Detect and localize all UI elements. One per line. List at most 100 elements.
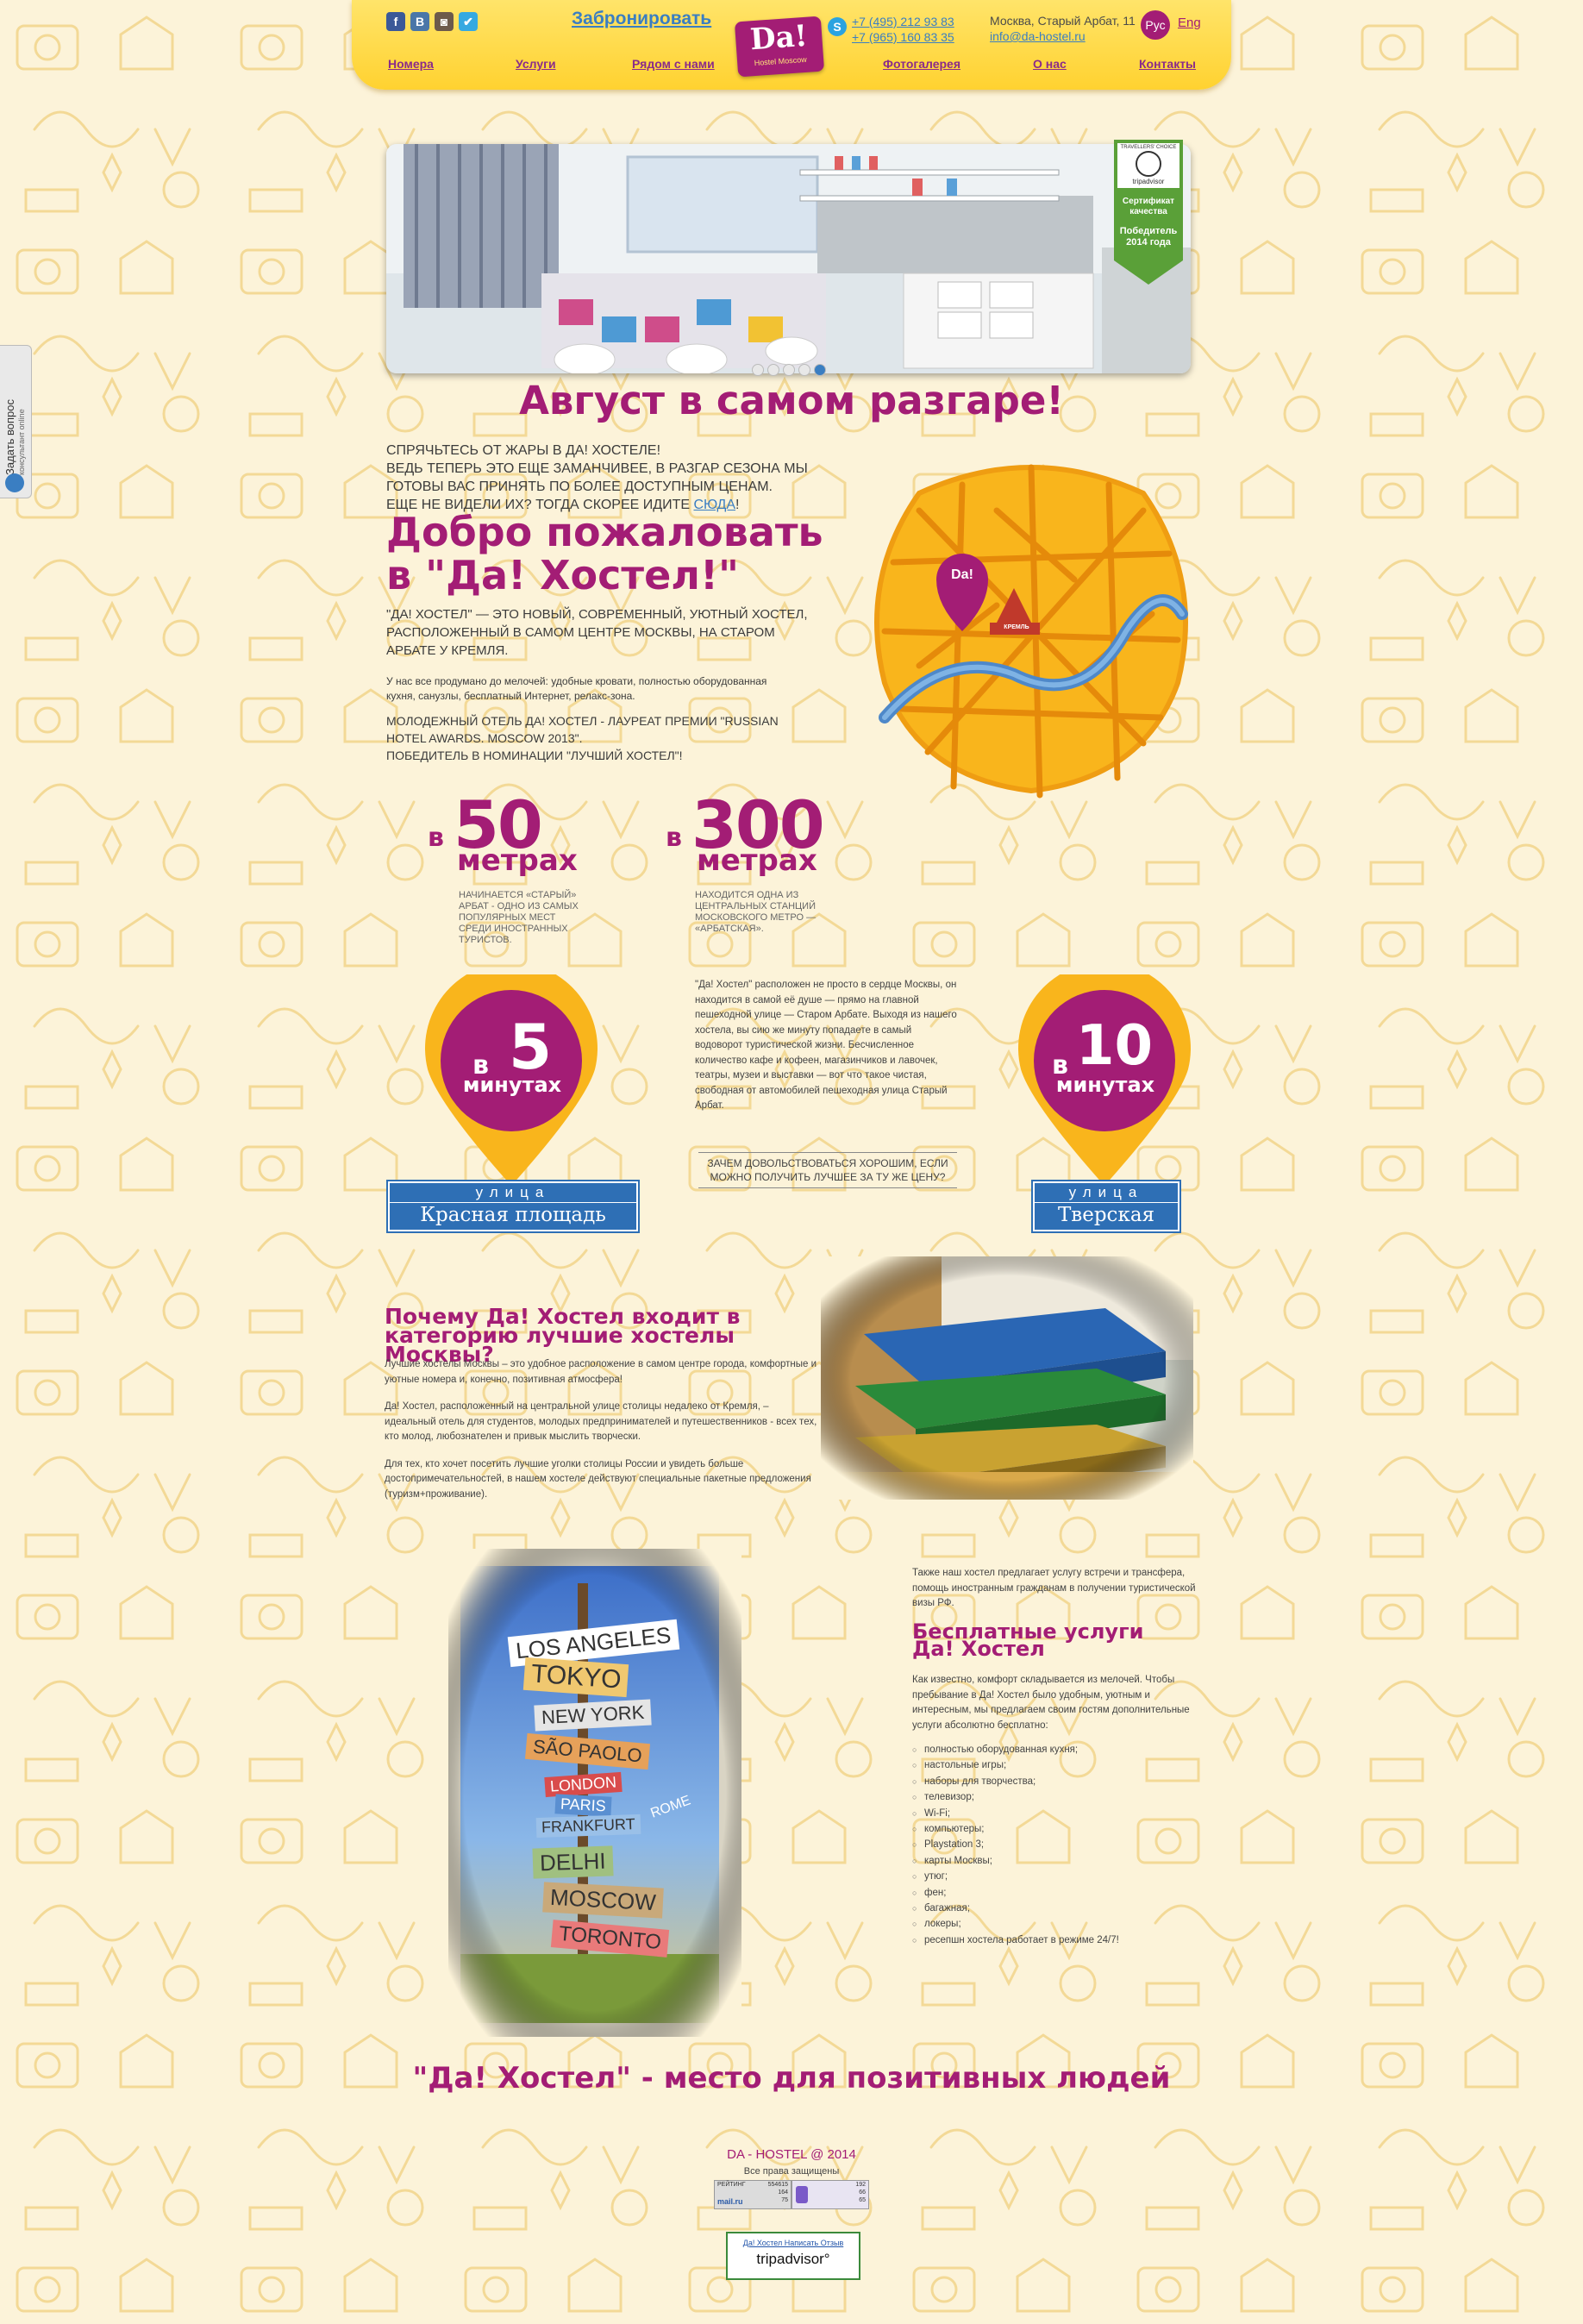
award-line-1: Молодежный отель Да! Хостел - лауреат пр… (386, 714, 779, 745)
list-item: утюг; (912, 1869, 1119, 1885)
slider-dot[interactable] (798, 364, 810, 376)
chat-icon (5, 473, 24, 492)
cert-winner: Победитель 2014 года (1119, 226, 1178, 247)
tripadvisor-certificate[interactable]: TRAVELLERS' CHOICE tripadvisor Сертифика… (1114, 140, 1183, 285)
distance-300-desc: Находится одна из центральных станций мо… (695, 890, 817, 934)
lang-en-link[interactable]: Eng (1178, 16, 1201, 30)
list-item: настольные игры; (912, 1757, 1119, 1774)
nav-contacts[interactable]: Контакты (1139, 57, 1196, 71)
welcome-title: Добро пожаловать в "Да! Хостел!" (386, 511, 869, 597)
counter-value: 65 (859, 2197, 866, 2203)
counter-value: 66 (859, 2189, 866, 2196)
promo-line-2: Ведь теперь это еще заманчивее, в разгар… (386, 461, 808, 494)
map-pin-label: Da! (951, 567, 973, 582)
skype-icon[interactable]: S (828, 17, 847, 36)
write-review-link[interactable]: Да! Хостел Написать Отзыв (728, 2239, 859, 2247)
counter-value: 554615 (767, 2182, 788, 2188)
services-intro-top: Также наш хостел предлагает услугу встре… (912, 1568, 1196, 1608)
facebook-icon[interactable]: f (386, 12, 405, 31)
nav-nearby[interactable]: Рядом с нами (632, 57, 715, 71)
list-item: багажная; (912, 1901, 1119, 1917)
lang-ru-button[interactable]: Рус (1141, 10, 1170, 40)
about-small-text: У нас все продумано до мелочей: удобные … (386, 675, 767, 702)
book-link[interactable]: Забронировать (572, 9, 711, 29)
slider-dots (752, 364, 826, 376)
tripadvisor-logo: tripadvisor° (756, 2251, 830, 2267)
free-services-list: полностью оборудованная кухня; настольны… (912, 1742, 1119, 1949)
nav-services[interactable]: Услуги (516, 57, 556, 71)
instagram-icon[interactable]: ◙ (435, 12, 454, 31)
distance-300: в 300 метрах (666, 786, 855, 880)
photo-slider[interactable] (386, 144, 1191, 373)
email-link[interactable]: info@da-hostel.ru (990, 29, 1086, 43)
slider-dot[interactable] (752, 364, 764, 376)
mailru-counter[interactable]: РЕЙТИНГ 554615 164 75 mail.ru 192 66 65 (714, 2180, 869, 2209)
sign-label: ROME (648, 1793, 693, 1821)
cert-label: Сертификат качества (1122, 197, 1175, 216)
distance-50-desc: Начинается «Старый» Арбат - одно из самы… (459, 890, 579, 945)
pin-number: 10 (1076, 1014, 1154, 1078)
list-item: фен; (912, 1885, 1119, 1901)
foursquare-icon[interactable]: ✔ (459, 12, 478, 31)
pin-5-minutes: в 5 минутах (447, 1011, 576, 1097)
why-paragraph-3: Для тех, кто хочет посетить лучшие уголк… (385, 1458, 811, 1500)
logo-text: Da! (748, 18, 809, 58)
copyright: DA - HOSTEL @ 2014 (727, 2147, 856, 2162)
distance-50: в 50 метрах (428, 786, 600, 880)
free-services-title: Бесплатные услуги Да! Хостел (912, 1619, 1144, 1661)
welcome-title-line-1: Добро пожаловать (386, 509, 823, 555)
list-item: карты Москвы; (912, 1853, 1119, 1870)
free-services-intro: Как известно, комфорт складывается из ме… (912, 1675, 1190, 1731)
sign-label: NEW YORK (534, 1699, 653, 1732)
sign-label: SÃO PAOLO (524, 1732, 650, 1770)
sign-label: TORONTO (550, 1920, 670, 1958)
rights-reserved: Все права защищены (743, 2166, 840, 2177)
pin-unit: минутах (1055, 1073, 1155, 1097)
street-sign-red-square: улица Красная площадь (388, 1181, 638, 1231)
center-quote: Зачем довольствоваться хорошим, если мож… (698, 1152, 957, 1188)
footer-slogan: "Да! Хостел" - место для позитивных люде… (412, 2061, 1171, 2095)
slider-dot[interactable] (767, 364, 779, 376)
pin-10-minutes: в 10 минутах (1040, 1014, 1169, 1097)
counter-value: 192 (855, 2182, 866, 2188)
counter-brand: mail.ru (717, 2197, 743, 2206)
list-item: Playstation 3; (912, 1837, 1119, 1853)
distance-unit: метрах (457, 843, 578, 878)
list-item: наборы для творчества; (912, 1774, 1119, 1790)
why-paragraph-1: Лучшие хостелы Москвы – это удобное расп… (385, 1359, 817, 1385)
list-item: ресепшн хостела работает в режиме 24/7! (912, 1932, 1119, 1949)
slider-dot[interactable] (783, 364, 795, 376)
promo-line-1: Спрячьтесь от жары в Да! Хостеле! (386, 443, 661, 458)
list-item: телевизор; (912, 1789, 1119, 1806)
sign-label: MOSCOW (542, 1882, 664, 1919)
counter-value: 75 (781, 2197, 788, 2203)
street-name: Красная площадь (420, 1204, 606, 1226)
counter-graph-icon (796, 2186, 808, 2203)
nav-about[interactable]: О нас (1033, 57, 1067, 71)
kitchen-photo (386, 144, 1191, 373)
list-item: компьютеры; (912, 1821, 1119, 1838)
street-sign-tverskaya: улица Тверская (1033, 1181, 1179, 1231)
list-item: локеры; (912, 1916, 1119, 1932)
cert-brand-label: tripadvisor (1132, 178, 1165, 185)
phone-1[interactable]: +7 (495) 212 93 83 (852, 14, 954, 29)
vkontakte-icon[interactable]: В (410, 12, 429, 31)
street-name: Тверская (1057, 1204, 1155, 1226)
counter-value: 164 (778, 2189, 788, 2196)
slider-dot-active[interactable] (814, 364, 826, 376)
welcome-title-line-2: в "Да! Хостел!" (386, 552, 739, 598)
about-text: "Да! Хостел" — это новый, современный, у… (386, 607, 808, 658)
tripadvisor-review-widget[interactable]: Да! Хостел Написать Отзыв tripadvisor° (726, 2232, 860, 2280)
pin-unit: минутах (462, 1073, 562, 1097)
distance-unit: метрах (697, 843, 817, 878)
award-text: Молодежный отель Да! Хостел - лауреат пр… (386, 712, 792, 764)
phone-2[interactable]: +7 (965) 160 83 35 (852, 29, 954, 45)
site-header: f В ◙ ✔ Забронировать Da! Hostel Moscow … (352, 0, 1231, 90)
moscow-map (874, 464, 1188, 799)
list-item: полностью оборудованная кухня; (912, 1742, 1119, 1758)
board-games-photo (821, 1256, 1193, 1500)
nav-gallery[interactable]: Фотогалерея (883, 57, 960, 71)
street-label: улица (390, 1183, 636, 1203)
nav-rooms[interactable]: Номера (388, 57, 434, 71)
logo[interactable]: Da! Hostel Moscow (734, 16, 825, 78)
